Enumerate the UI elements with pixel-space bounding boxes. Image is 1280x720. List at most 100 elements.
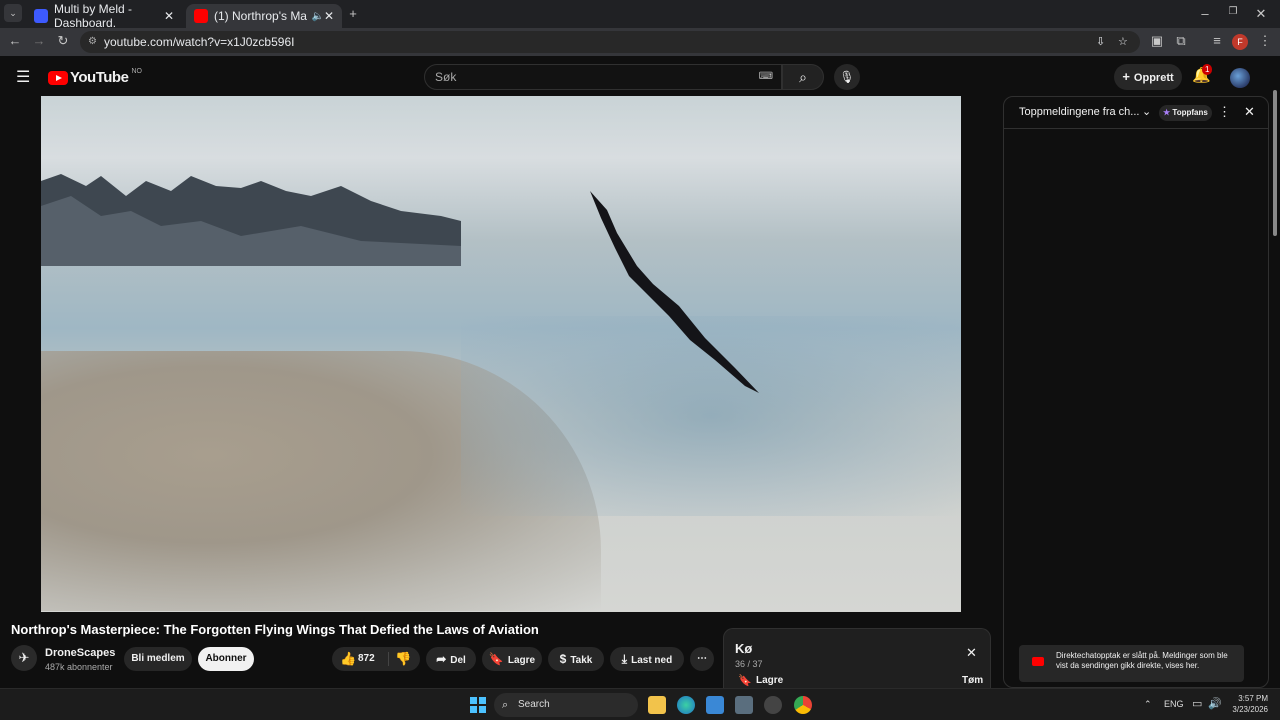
- close-tab-icon[interactable]: ✕: [324, 9, 334, 23]
- extensions-icon[interactable]: ⧉: [1172, 33, 1190, 49]
- url-text: youtube.com/watch?v=x1J0zcb596I: [104, 35, 295, 49]
- mountains-graphic: [41, 174, 461, 266]
- app-icon[interactable]: [764, 696, 782, 714]
- tab-search-icon[interactable]: ⌄: [4, 4, 22, 22]
- chat-mode-title[interactable]: Toppmeldingene fra ch...: [1019, 106, 1139, 118]
- thanks-label: Takk: [570, 655, 593, 666]
- address-bar[interactable]: ⚙ youtube.com/watch?v=x1J0zcb596I ⇩ ☆: [80, 31, 1140, 53]
- search-placeholder: Søk: [435, 70, 457, 84]
- channel-avatar[interactable]: ✈: [11, 645, 37, 671]
- like-icon[interactable]: 👍: [340, 647, 356, 671]
- chat-header: Toppmeldingene fra ch... ⌄ ★ Toppfans ⋮ …: [1004, 97, 1268, 129]
- subscriber-count: 487k abonnenter: [45, 662, 113, 672]
- volume-icon[interactable]: 🔊: [1208, 697, 1222, 710]
- store-app-icon[interactable]: [706, 696, 724, 714]
- top-fans-label: Toppfans: [1172, 108, 1208, 117]
- account-avatar[interactable]: [1230, 68, 1250, 88]
- thanks-button[interactable]: $ Takk: [548, 647, 604, 671]
- more-icon: ⋯: [697, 653, 707, 664]
- taskbar-search-label: Search: [518, 699, 550, 710]
- queue-clear-button[interactable]: Tøm: [962, 675, 983, 686]
- browser-toolbar: ← → ↻ ⚙ youtube.com/watch?v=x1J0zcb596I …: [0, 28, 1280, 56]
- close-tab-icon[interactable]: ✕: [164, 9, 174, 23]
- queue-count: 36 / 37: [735, 659, 763, 669]
- browser-menu-icon[interactable]: ⋮: [1256, 33, 1274, 49]
- chat-notice-text: Direktechatopptak er slått på. Meldinger…: [1056, 651, 1228, 670]
- forward-icon[interactable]: →: [30, 33, 48, 48]
- edge-browser-icon[interactable]: [677, 696, 695, 714]
- share-label: Del: [450, 655, 466, 666]
- minimize-icon[interactable]: –: [1196, 6, 1214, 21]
- new-tab-icon[interactable]: +: [344, 6, 362, 21]
- language-indicator[interactable]: ENG: [1164, 699, 1184, 709]
- country-code: NO: [131, 68, 142, 75]
- subscribe-button[interactable]: Abonner: [198, 647, 254, 671]
- divider: [388, 652, 389, 666]
- microphone-icon: 🎙: [839, 70, 855, 84]
- install-app-icon[interactable]: ⇩: [1096, 31, 1105, 53]
- save-label: Lagre: [507, 655, 536, 666]
- download-button[interactable]: ⤓ Last ned: [610, 647, 684, 671]
- queue-close-icon[interactable]: ✕: [966, 645, 977, 661]
- reload-icon[interactable]: ↻: [54, 33, 72, 49]
- chat-replay-notice: Direktechatopptak er slått på. Meldinger…: [1019, 645, 1244, 682]
- fans-icon: ★: [1163, 108, 1171, 117]
- search-icon: ⌕: [502, 699, 509, 711]
- youtube-icon: [1032, 657, 1044, 666]
- app-icon[interactable]: [735, 696, 753, 714]
- download-label: Last ned: [631, 655, 673, 666]
- taskbar-search[interactable]: ⌕ Search: [494, 693, 638, 717]
- back-icon[interactable]: ←: [6, 33, 24, 48]
- clock[interactable]: 3:57 PM 3/23/2026: [1224, 693, 1268, 715]
- start-menu-icon[interactable]: [470, 697, 486, 713]
- chevron-down-icon[interactable]: ⌄: [1142, 105, 1151, 118]
- page-scrollbar[interactable]: [1271, 66, 1279, 686]
- file-explorer-icon[interactable]: [648, 696, 666, 714]
- tab-organizer-icon[interactable]: ▣: [1148, 33, 1166, 49]
- chat-close-icon[interactable]: ✕: [1244, 104, 1255, 120]
- site-info-icon[interactable]: ⚙: [88, 31, 97, 53]
- bookmark-icon[interactable]: 🔖: [738, 674, 752, 687]
- plus-icon: +: [1122, 69, 1130, 84]
- create-button[interactable]: + Opprett: [1114, 64, 1182, 90]
- top-fans-badge[interactable]: ★ Toppfans: [1159, 105, 1212, 121]
- chat-menu-icon[interactable]: ⋮: [1218, 104, 1231, 120]
- chrome-browser-icon[interactable]: [794, 696, 812, 714]
- queue-save-button[interactable]: Lagre: [756, 675, 783, 686]
- create-label: Opprett: [1133, 72, 1174, 84]
- search-icon: ⌕: [799, 69, 807, 85]
- profile-avatar-icon[interactable]: F: [1232, 34, 1248, 50]
- youtube-logo[interactable]: YouTube NO: [48, 68, 142, 86]
- tab-title: Multi by Meld - Dashboard.: [54, 2, 133, 30]
- queue-panel: Kø 36 / 37 ✕ 🔖 Lagre Tøm: [723, 628, 991, 690]
- share-button[interactable]: ➦ Del: [426, 647, 476, 671]
- hamburger-menu-icon[interactable]: ☰: [16, 67, 30, 87]
- video-title: Northrop's Masterpiece: The Forgotten Fl…: [11, 622, 539, 637]
- youtube-favicon-icon: [194, 9, 208, 23]
- voice-search-button[interactable]: 🎙: [834, 64, 860, 90]
- window-close-icon[interactable]: ✕: [1252, 6, 1270, 22]
- audio-playing-icon[interactable]: 🔈: [311, 11, 323, 22]
- search-input[interactable]: Søk ⌨: [424, 64, 782, 90]
- video-player[interactable]: ✈: [41, 96, 961, 612]
- restore-icon[interactable]: ❐: [1224, 6, 1242, 17]
- chevron-up-icon[interactable]: ⌃: [1144, 699, 1152, 710]
- dislike-icon[interactable]: 👎: [395, 647, 411, 671]
- chat-panel: Toppmeldingene fra ch... ⌄ ★ Toppfans ⋮ …: [1003, 96, 1269, 688]
- media-control-icon[interactable]: ≡: [1208, 33, 1226, 48]
- tab-multi-dashboard[interactable]: Multi by Meld - Dashboard. ✕: [26, 2, 182, 30]
- download-icon: ⤓: [621, 652, 628, 666]
- search-button[interactable]: ⌕: [782, 64, 824, 90]
- join-button[interactable]: Bli medlem: [124, 647, 192, 671]
- keyboard-icon[interactable]: ⌨: [759, 65, 773, 89]
- browser-tab-bar: ⌄ Multi by Meld - Dashboard. ✕ (1) North…: [0, 0, 1280, 30]
- more-actions-button[interactable]: ⋯: [690, 647, 714, 671]
- tab-youtube-video[interactable]: (1) Northrop's Masterpiece 🔈 ✕: [186, 4, 342, 28]
- save-button[interactable]: 🔖 Lagre: [482, 647, 542, 671]
- network-icon[interactable]: ▭: [1192, 697, 1202, 710]
- channel-name[interactable]: DroneScapes: [45, 647, 115, 659]
- share-icon: ➦: [436, 652, 447, 666]
- queue-title: Kø: [735, 641, 753, 656]
- scrollbar-thumb[interactable]: [1273, 90, 1277, 236]
- bookmark-star-icon[interactable]: ☆: [1118, 31, 1128, 53]
